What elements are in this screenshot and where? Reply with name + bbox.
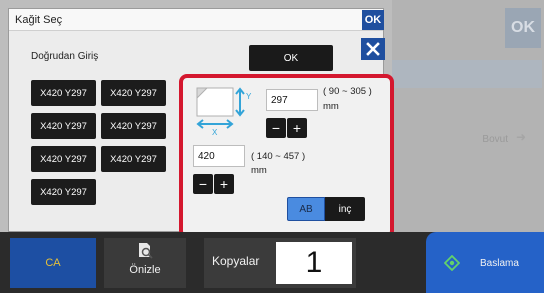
custom-size-panel: Y X 297 ( 90 ~ 305 ) mm − + 420 ( 140 ~ … bbox=[179, 74, 394, 239]
y-axis-label: Y bbox=[246, 92, 252, 101]
clear-all-button[interactable]: CA bbox=[10, 238, 96, 288]
dialog-titlebar: Kağit Seç bbox=[9, 9, 383, 31]
preset-size-button[interactable]: X420 Y297 bbox=[31, 146, 96, 172]
preset-size-button[interactable]: X420 Y297 bbox=[101, 80, 166, 106]
x-axis-label: X bbox=[212, 128, 218, 136]
preset-size-button[interactable]: X420 Y297 bbox=[101, 146, 166, 172]
preset-size-button[interactable]: X420 Y297 bbox=[31, 113, 96, 139]
background-ok-button: OK bbox=[505, 8, 541, 48]
y-increment-button[interactable]: + bbox=[287, 118, 307, 138]
x-increment-button[interactable]: + bbox=[214, 174, 234, 194]
unit-inch-toggle[interactable]: inç bbox=[325, 197, 365, 221]
copies-label: Kopyalar bbox=[212, 254, 260, 268]
preview-icon bbox=[139, 243, 153, 259]
close-icon bbox=[366, 42, 380, 56]
dialog-title: Kağit Seç bbox=[15, 14, 63, 26]
start-label: Baslama bbox=[480, 258, 519, 269]
x-unit-label: mm bbox=[251, 165, 267, 176]
y-size-input[interactable]: 297 bbox=[266, 89, 318, 111]
ok-button[interactable]: OK bbox=[249, 45, 333, 71]
bottom-bar: CA Önizle Kopyalar 1 Baslama bbox=[0, 232, 544, 293]
preset-size-button[interactable]: X420 Y297 bbox=[31, 80, 96, 106]
y-decrement-button[interactable]: − bbox=[266, 118, 286, 138]
background-arrow-icon: ➜ bbox=[516, 130, 527, 144]
background-field bbox=[392, 60, 542, 88]
paper-dimension-icon: Y X bbox=[196, 87, 252, 136]
x-decrement-button[interactable]: − bbox=[193, 174, 213, 194]
unit-ab-toggle[interactable]: AB bbox=[287, 197, 325, 221]
close-button[interactable] bbox=[361, 38, 385, 60]
preview-button[interactable]: Önizle bbox=[104, 238, 186, 288]
x-size-input[interactable]: 420 bbox=[193, 145, 245, 167]
copies-count-field[interactable]: 1 bbox=[276, 242, 352, 284]
copies-panel: Kopyalar 1 bbox=[204, 238, 356, 288]
dialog-ok-top-button[interactable]: OK bbox=[362, 10, 384, 30]
preset-size-button[interactable]: X420 Y297 bbox=[31, 179, 96, 205]
start-button[interactable]: Baslama bbox=[426, 232, 544, 293]
y-unit-label: mm bbox=[323, 101, 339, 112]
start-diamond-icon bbox=[444, 255, 460, 271]
preview-label: Önizle bbox=[129, 264, 161, 276]
x-range-label: ( 140 ~ 457 ) bbox=[251, 151, 306, 162]
preset-size-button[interactable]: X420 Y297 bbox=[101, 113, 166, 139]
y-range-label: ( 90 ~ 305 ) bbox=[323, 86, 372, 97]
direct-entry-label: Doğrudan Giriş bbox=[31, 51, 99, 62]
paper-select-dialog: Kağit Seç OK Doğrudan Giriş OK X420 Y297… bbox=[8, 8, 394, 239]
